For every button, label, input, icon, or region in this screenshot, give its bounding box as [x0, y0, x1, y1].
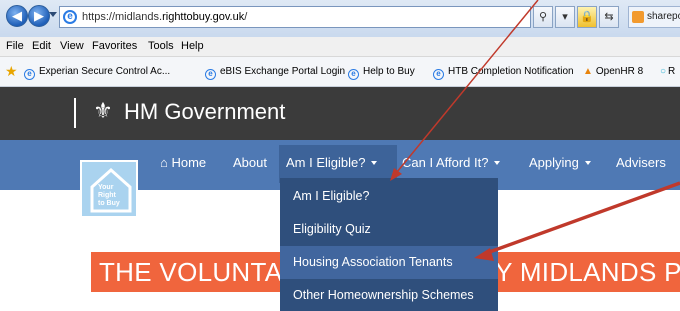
- favorite-link[interactable]: ▲ OpenHR 8: [583, 66, 643, 77]
- app-icon: ○: [660, 66, 667, 77]
- ie-page-icon: e: [205, 69, 216, 80]
- favorites-star-icon[interactable]: ★: [5, 64, 18, 78]
- favorite-link[interactable]: e Help to Buy: [348, 66, 415, 80]
- forward-arrow-icon[interactable]: ▶: [28, 5, 50, 27]
- dropdown-icon[interactable]: ▾: [555, 6, 575, 28]
- menu-file[interactable]: File: [6, 40, 24, 52]
- home-icon: ⌂: [160, 155, 168, 170]
- nav-home[interactable]: ⌂ Home: [160, 154, 206, 172]
- url-input[interactable]: e https://midlands.righttobuy.gov.uk/: [59, 6, 531, 28]
- browser-tab[interactable]: sharepoin: [628, 6, 680, 28]
- nav-am-i-eligible[interactable]: Am I Eligible?: [286, 154, 378, 172]
- search-icon[interactable]: ⚲: [533, 6, 553, 28]
- favorite-link[interactable]: e eBIS Exchange Portal Login: [205, 66, 345, 80]
- url-text: https://midlands.righttobuy.gov.uk/: [82, 11, 248, 23]
- menu-tools[interactable]: Tools: [148, 40, 174, 52]
- history-dropdown-icon[interactable]: [49, 12, 57, 17]
- nav-can-i-afford-it[interactable]: Can I Afford It?: [402, 154, 501, 172]
- logo-text: Your Right to Buy: [98, 184, 120, 207]
- browser-menu-bar: File Edit View Favorites Tools Help: [0, 37, 680, 57]
- lock-icon[interactable]: 🔒: [577, 6, 597, 28]
- browser-address-bar: ◀ ▶ e https://midlands.righttobuy.gov.uk…: [0, 0, 680, 37]
- right-to-buy-logo[interactable]: Your Right to Buy: [80, 160, 138, 218]
- ie-page-icon: e: [24, 69, 35, 80]
- favorites-bar: ★ e Experian Secure Control Ac... e eBIS E…: [0, 57, 680, 87]
- nav-about[interactable]: About: [233, 154, 267, 172]
- dropdown-item-other-homeownership-schemes[interactable]: Other Homeownership Schemes: [280, 279, 498, 311]
- menu-favorites[interactable]: Favorites: [92, 40, 137, 52]
- menu-edit[interactable]: Edit: [32, 40, 51, 52]
- nav-advisers[interactable]: Advisers: [616, 154, 666, 172]
- annotation-arrow: [474, 181, 680, 261]
- royal-crest-icon: ⚜: [93, 98, 113, 123]
- favorite-link[interactable]: e Experian Secure Control Ac...: [24, 66, 170, 80]
- chevron-down-icon: [584, 161, 591, 165]
- header-divider: [74, 98, 76, 128]
- dropdown-item-eligibility-quiz[interactable]: Eligibility Quiz: [280, 213, 498, 246]
- ie-page-icon: e: [63, 10, 77, 24]
- dropdown-item-am-i-eligible[interactable]: Am I Eligible?: [280, 180, 498, 213]
- favorite-link[interactable]: ○ R: [660, 66, 675, 77]
- openhr-icon: ▲: [583, 66, 593, 77]
- chevron-down-icon: [494, 161, 501, 165]
- favorite-link[interactable]: e HTB Completion Notification: [433, 66, 574, 80]
- nav-applying[interactable]: Applying: [529, 154, 591, 172]
- ie-page-icon: e: [348, 69, 359, 80]
- gov-title[interactable]: HM Government: [124, 98, 285, 126]
- tab-label: sharepoin: [647, 11, 680, 22]
- menu-help[interactable]: Help: [181, 40, 204, 52]
- sharepoint-icon: [632, 11, 644, 23]
- dropdown-item-housing-association-tenants[interactable]: Housing Association Tenants: [280, 246, 498, 279]
- eligibility-dropdown-menu: Am I Eligible? Eligibility Quiz Housing …: [280, 178, 498, 311]
- back-arrow-icon[interactable]: ◀: [6, 5, 28, 27]
- compatibility-icon[interactable]: ⇆: [599, 6, 619, 28]
- menu-view[interactable]: View: [60, 40, 84, 52]
- ie-page-icon: e: [433, 69, 444, 80]
- chevron-down-icon: [371, 161, 378, 165]
